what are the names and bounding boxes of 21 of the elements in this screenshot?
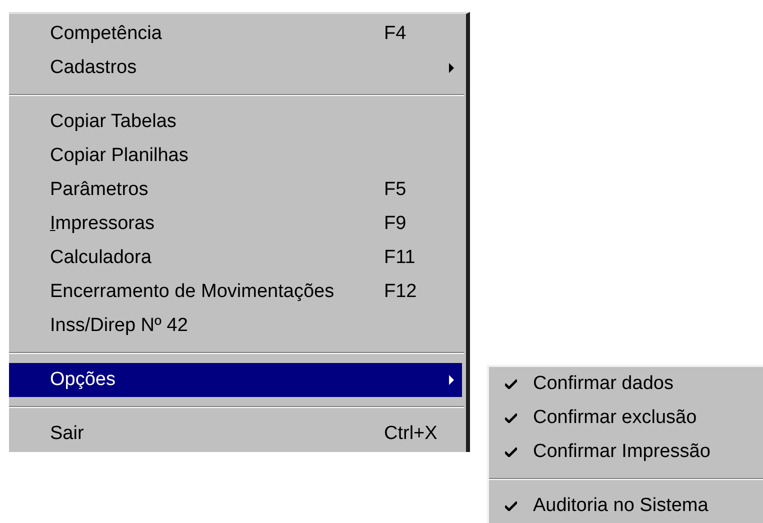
menu-item[interactable]: Calculadora F11: [9, 241, 462, 275]
menu-item[interactable]: Copiar Planilhas: [9, 139, 462, 173]
menu-item[interactable]: Sair Ctrl+X: [9, 417, 462, 451]
submenu-item[interactable]: Confirmar exclusão: [489, 401, 763, 435]
menu-item[interactable]: Copiar Tabelas: [9, 105, 462, 139]
menu-item[interactable]: Impressoras F9: [9, 207, 462, 241]
shortcut-label: F12: [384, 280, 418, 304]
submenu-item[interactable]: Auditoria no Sistema: [489, 489, 763, 523]
shortcut-label: Ctrl+X: [384, 422, 438, 446]
shortcut-label: F11: [384, 246, 416, 270]
menu-item[interactable]: Cadastros: [9, 51, 462, 85]
menu-item[interactable]: Encerramento de Movimentações F12: [9, 275, 462, 309]
menu-item[interactable]: Parâmetros F5: [9, 173, 462, 207]
shortcut-label: F9: [384, 212, 408, 236]
shortcut-label: F4: [384, 22, 408, 46]
menu-item[interactable]: Competência F4: [9, 17, 462, 51]
submenu-item[interactable]: Confirmar Impressão: [489, 435, 763, 469]
shortcut-label: F5: [384, 178, 408, 202]
menu-item[interactable]: Inss/Direp Nº 42: [9, 309, 462, 343]
submenu-item[interactable]: Confirmar dados: [489, 367, 763, 401]
menu-item[interactable]: Opções: [9, 363, 462, 397]
